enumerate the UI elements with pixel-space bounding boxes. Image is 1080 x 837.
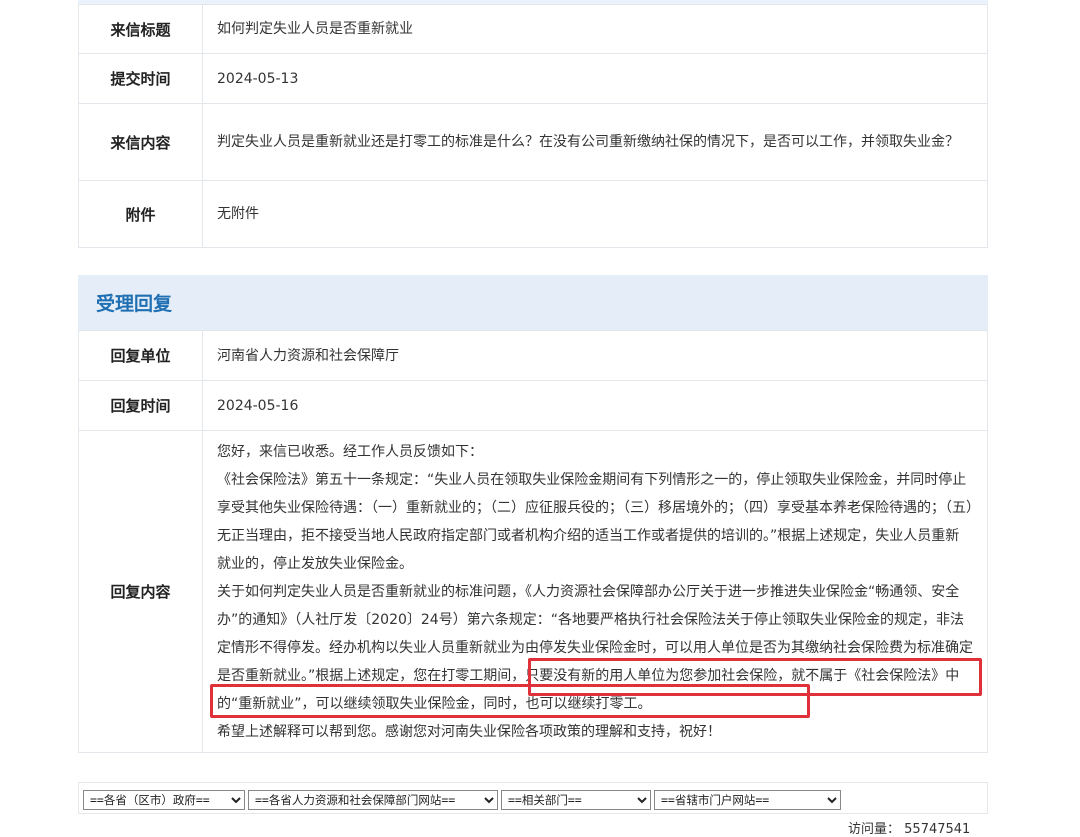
- reply-time-label: 回复时间: [78, 380, 203, 431]
- city-portal-select[interactable]: ==省辖市门户网站==: [654, 790, 841, 810]
- visit-counter-value: 55747541: [904, 822, 971, 837]
- reply-paragraph: 希望上述解释可以帮到您。感谢您对河南失业保险各项政策的理解和支持，祝好！: [217, 723, 721, 740]
- submit-time-value: 2024-05-13: [202, 53, 988, 104]
- provincial-government-select[interactable]: ==各省（区市）政府==: [83, 790, 245, 810]
- related-departments-select[interactable]: ==相关部门==: [501, 790, 651, 810]
- letter-info-table: 来信标题 如何判定失业人员是否重新就业 提交时间 2024-05-13 来信内容…: [78, 4, 988, 248]
- reply-content-label: 回复内容: [78, 430, 203, 753]
- submit-time-row: 提交时间 2024-05-13: [78, 53, 988, 104]
- reply-content-value: 您好，来信已收悉。经工作人员反馈如下： 《社会保险法》第五十一条规定：“失业人员…: [202, 430, 988, 753]
- submit-time-label: 提交时间: [78, 53, 203, 104]
- reply-paragraph: 您好，来信已收悉。经工作人员反馈如下：: [217, 443, 483, 460]
- reply-time-value: 2024-05-16: [202, 380, 988, 431]
- reply-unit-value: 河南省人力资源和社会保障厅: [202, 330, 988, 381]
- reply-paragraph: 关于如何判定失业人员是否重新就业的标准问题，《人力资源社会保障部办公厅关于进一步…: [217, 583, 973, 712]
- reply-unit-row: 回复单位 河南省人力资源和社会保障厅: [78, 330, 988, 381]
- visit-counter-label: 访问量：: [848, 822, 901, 837]
- reply-paragraph: 《社会保险法》第五十一条规定：“失业人员在领取失业保险金期间有下列情形之一的，停…: [217, 471, 973, 572]
- letter-content-value: 判定失业人员是重新就业还是打零工的标准是什么？在没有公司重新缴纳社保的情况下，是…: [202, 103, 988, 181]
- attachment-value: 无附件: [202, 180, 988, 248]
- letter-content-row: 来信内容 判定失业人员是重新就业还是打零工的标准是什么？在没有公司重新缴纳社保的…: [78, 103, 988, 181]
- attachment-row: 附件 无附件: [78, 180, 988, 248]
- reply-section-header: 受理回复: [78, 275, 988, 330]
- reply-section-title: 受理回复: [96, 293, 173, 315]
- provincial-hr-dept-select[interactable]: ==各省人力资源和社会保障部门网站==: [248, 790, 498, 810]
- footer-links-bar: ==各省（区市）政府== ==各省人力资源和社会保障部门网站== ==相关部门=…: [78, 782, 988, 814]
- reply-info-table: 回复单位 河南省人力资源和社会保障厅 回复时间 2024-05-16 回复内容 …: [78, 330, 988, 753]
- letter-title-label: 来信标题: [78, 4, 203, 54]
- reply-content-row: 回复内容 您好，来信已收悉。经工作人员反馈如下： 《社会保险法》第五十一条规定：…: [78, 430, 988, 753]
- reply-time-row: 回复时间 2024-05-16: [78, 380, 988, 431]
- letter-title-row: 来信标题 如何判定失业人员是否重新就业: [78, 4, 988, 54]
- attachment-label: 附件: [78, 180, 203, 248]
- reply-unit-label: 回复单位: [78, 330, 203, 381]
- letter-title-value: 如何判定失业人员是否重新就业: [202, 4, 988, 54]
- letter-content-label: 来信内容: [78, 103, 203, 181]
